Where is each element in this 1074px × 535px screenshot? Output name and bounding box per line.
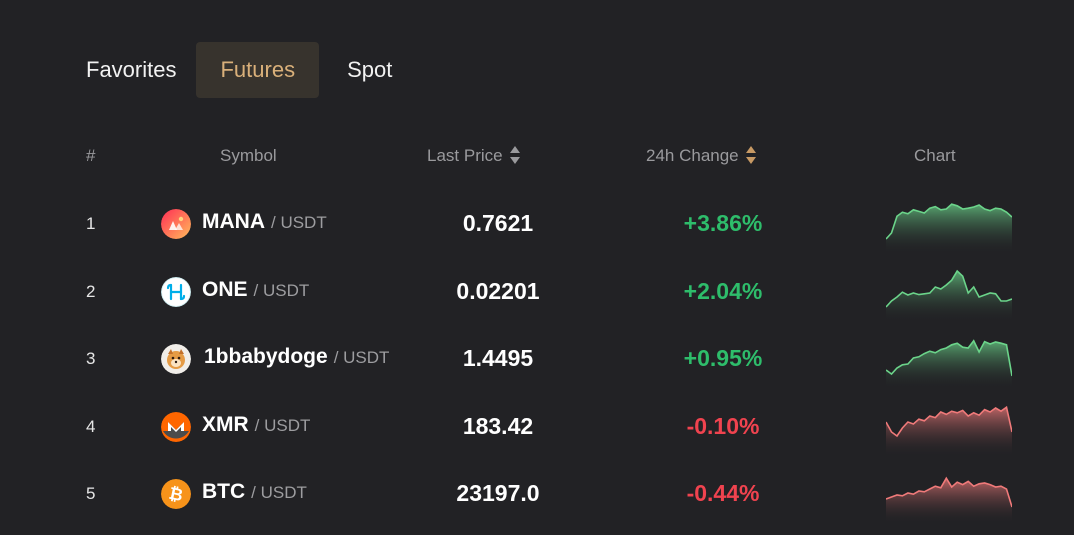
market-tabs: Favorites Futures Spot bbox=[68, 42, 412, 98]
row-index: 5 bbox=[86, 484, 96, 503]
sparkline-chart bbox=[886, 405, 1012, 456]
last-price: 0.7621 bbox=[462, 210, 534, 236]
symbol-name: BTC bbox=[202, 480, 246, 503]
change-percent: -0.44% bbox=[686, 480, 760, 506]
row-index: 3 bbox=[86, 349, 96, 368]
monero-logo-icon bbox=[161, 412, 191, 442]
row-index: 1 bbox=[86, 214, 96, 233]
sparkline-area bbox=[886, 407, 1012, 456]
last-price-label: Last Price bbox=[427, 146, 503, 165]
table-row[interactable]: 5 ₿ BTC / USDT 23197.0 -0.44% bbox=[0, 464, 1074, 524]
symbol-cell[interactable]: ONE / USDT bbox=[202, 278, 309, 302]
quote-currency: / USDT bbox=[253, 281, 310, 300]
symbol-name: MANA bbox=[202, 210, 265, 233]
column-header-24h-change[interactable]: 24h Change bbox=[646, 145, 757, 166]
table-header: # Symbol Last Price 24h Change Chart bbox=[0, 145, 1074, 168]
sparkline-chart bbox=[886, 339, 1012, 388]
row-index: 4 bbox=[86, 417, 96, 436]
bitcoin-logo-icon: ₿ bbox=[161, 479, 191, 509]
sparkline-area bbox=[886, 478, 1012, 523]
quote-currency: / USDT bbox=[333, 348, 390, 367]
symbol-cell[interactable]: MANA / USDT bbox=[202, 210, 327, 234]
symbol-name: 1bbabydoge bbox=[204, 345, 328, 368]
tab-favorites[interactable]: Favorites bbox=[68, 42, 194, 98]
column-header-last-price[interactable]: Last Price bbox=[427, 145, 521, 166]
change-percent: -0.10% bbox=[686, 413, 760, 439]
change-percent: +3.86% bbox=[683, 210, 763, 236]
change-label: 24h Change bbox=[646, 146, 739, 165]
tab-futures[interactable]: Futures bbox=[196, 42, 320, 98]
column-header-index: # bbox=[86, 146, 96, 165]
last-price: 23197.0 bbox=[456, 480, 540, 506]
symbol-name: XMR bbox=[202, 413, 249, 436]
sparkline-area bbox=[886, 271, 1012, 321]
sort-icon[interactable] bbox=[509, 145, 521, 164]
harmony-one-logo-icon bbox=[161, 277, 191, 307]
symbol-name: ONE bbox=[202, 278, 248, 301]
column-header-symbol: Symbol bbox=[220, 146, 277, 165]
change-percent: +2.04% bbox=[683, 278, 763, 304]
sparkline-area bbox=[886, 204, 1012, 253]
tab-spot[interactable]: Spot bbox=[329, 42, 410, 98]
symbol-cell[interactable]: 1bbabydoge / USDT bbox=[204, 345, 389, 369]
symbol-cell[interactable]: XMR / USDT bbox=[202, 413, 310, 437]
table-row[interactable]: 4 XMR / USDT 183.42 -0.10% bbox=[0, 397, 1074, 457]
symbol-cell[interactable]: BTC / USDT bbox=[202, 480, 307, 504]
quote-currency: / USDT bbox=[271, 213, 327, 232]
quote-currency: / USDT bbox=[254, 416, 311, 435]
babydoge-logo-icon bbox=[161, 344, 191, 374]
last-price: 1.4495 bbox=[462, 345, 534, 371]
sort-icon[interactable] bbox=[745, 145, 757, 164]
mana-logo-icon bbox=[161, 209, 191, 239]
table-row[interactable]: 2 ONE / USDT 0.02201 +2.04% bbox=[0, 262, 1074, 322]
last-price: 0.02201 bbox=[456, 278, 540, 304]
sparkline-chart bbox=[886, 269, 1012, 321]
change-percent: +0.95% bbox=[683, 345, 763, 371]
sparkline-chart bbox=[886, 203, 1012, 253]
quote-currency: / USDT bbox=[251, 483, 307, 502]
column-header-chart: Chart bbox=[914, 146, 956, 165]
row-index: 2 bbox=[86, 282, 96, 301]
table-row[interactable]: 3 1bbabydoge / USDT 1.4495 +0.95% bbox=[0, 329, 1074, 389]
sparkline-chart bbox=[886, 476, 1012, 523]
table-row[interactable]: 1 MANA / USDT 0.7621 +3.86% bbox=[0, 194, 1074, 254]
last-price: 183.42 bbox=[462, 413, 534, 439]
